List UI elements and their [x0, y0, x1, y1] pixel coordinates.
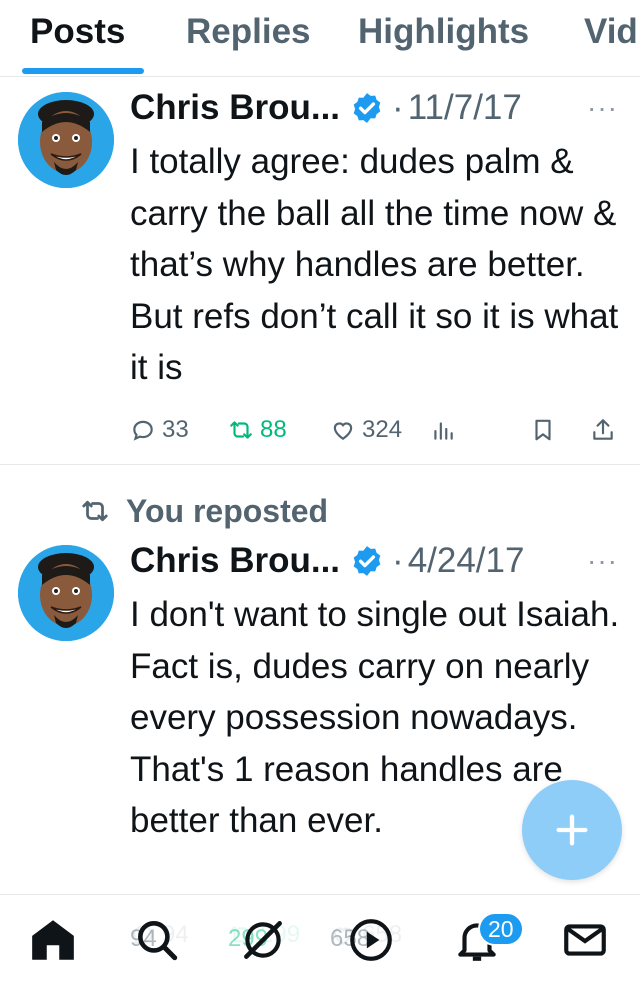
reply-count: 33 [162, 416, 189, 443]
grok-icon[interactable] [238, 915, 288, 965]
more-options-icon[interactable]: ··· [587, 545, 618, 577]
verified-badge-icon [353, 546, 381, 576]
post-header: Chris Brou... · 4/24/17 [130, 539, 524, 583]
post-actions: 33 88 324 [130, 410, 620, 450]
compose-button[interactable] [522, 780, 622, 880]
separator-dot: · [392, 88, 404, 127]
avatar[interactable] [18, 92, 114, 188]
home-icon[interactable] [28, 915, 78, 965]
bookmark-button[interactable] [530, 410, 556, 450]
tab-highlights[interactable]: Highlights [358, 12, 529, 52]
share-button[interactable] [590, 410, 616, 450]
author-name[interactable]: Chris Brou... [130, 88, 340, 128]
profile-tabs: Posts Replies Highlights Vid [0, 0, 640, 77]
bottom-navigation: 94 299 658 [0, 894, 640, 995]
post-date[interactable]: 4/24/17 [408, 541, 525, 581]
repost-label[interactable]: You reposted [126, 493, 328, 530]
reply-button[interactable]: 33 [130, 410, 189, 450]
active-tab-indicator [22, 68, 144, 74]
tab-posts[interactable]: Posts [30, 12, 125, 52]
post-date[interactable]: 11/7/17 [408, 88, 522, 128]
play-icon[interactable] [346, 915, 396, 965]
post[interactable]: Chris Brou... · 11/7/17 ··· I totally ag… [0, 76, 640, 464]
like-count: 324 [362, 416, 403, 443]
verified-badge-icon [353, 93, 381, 123]
tab-replies[interactable]: Replies [186, 12, 311, 52]
repost-button[interactable]: 88 [228, 410, 287, 450]
share-icon [593, 419, 613, 440]
separator-dot: · [392, 541, 404, 580]
post-text: I totally agree: dudes palm & carry the … [130, 142, 619, 387]
avatar[interactable] [18, 545, 114, 641]
reply-icon [133, 420, 153, 441]
bookmark-icon [535, 419, 551, 441]
messages-icon[interactable] [560, 915, 610, 965]
analytics-icon [434, 422, 453, 440]
tab-videos[interactable]: Vid [584, 12, 638, 52]
post-header: Chris Brou... · 11/7/17 [130, 86, 522, 130]
more-options-icon[interactable]: ··· [587, 92, 618, 124]
repost-indicator-icon [82, 500, 108, 522]
search-icon[interactable] [132, 915, 182, 965]
views-button[interactable] [430, 410, 456, 450]
heart-icon [333, 422, 353, 440]
notification-badge: 20 [478, 912, 524, 946]
repost-indicator: You reposted [78, 491, 328, 531]
repost-icon [230, 421, 252, 439]
author-name[interactable]: Chris Brou... [130, 541, 340, 581]
like-button[interactable]: 324 [330, 410, 402, 450]
plus-icon [556, 814, 588, 846]
repost-count: 88 [260, 416, 287, 443]
